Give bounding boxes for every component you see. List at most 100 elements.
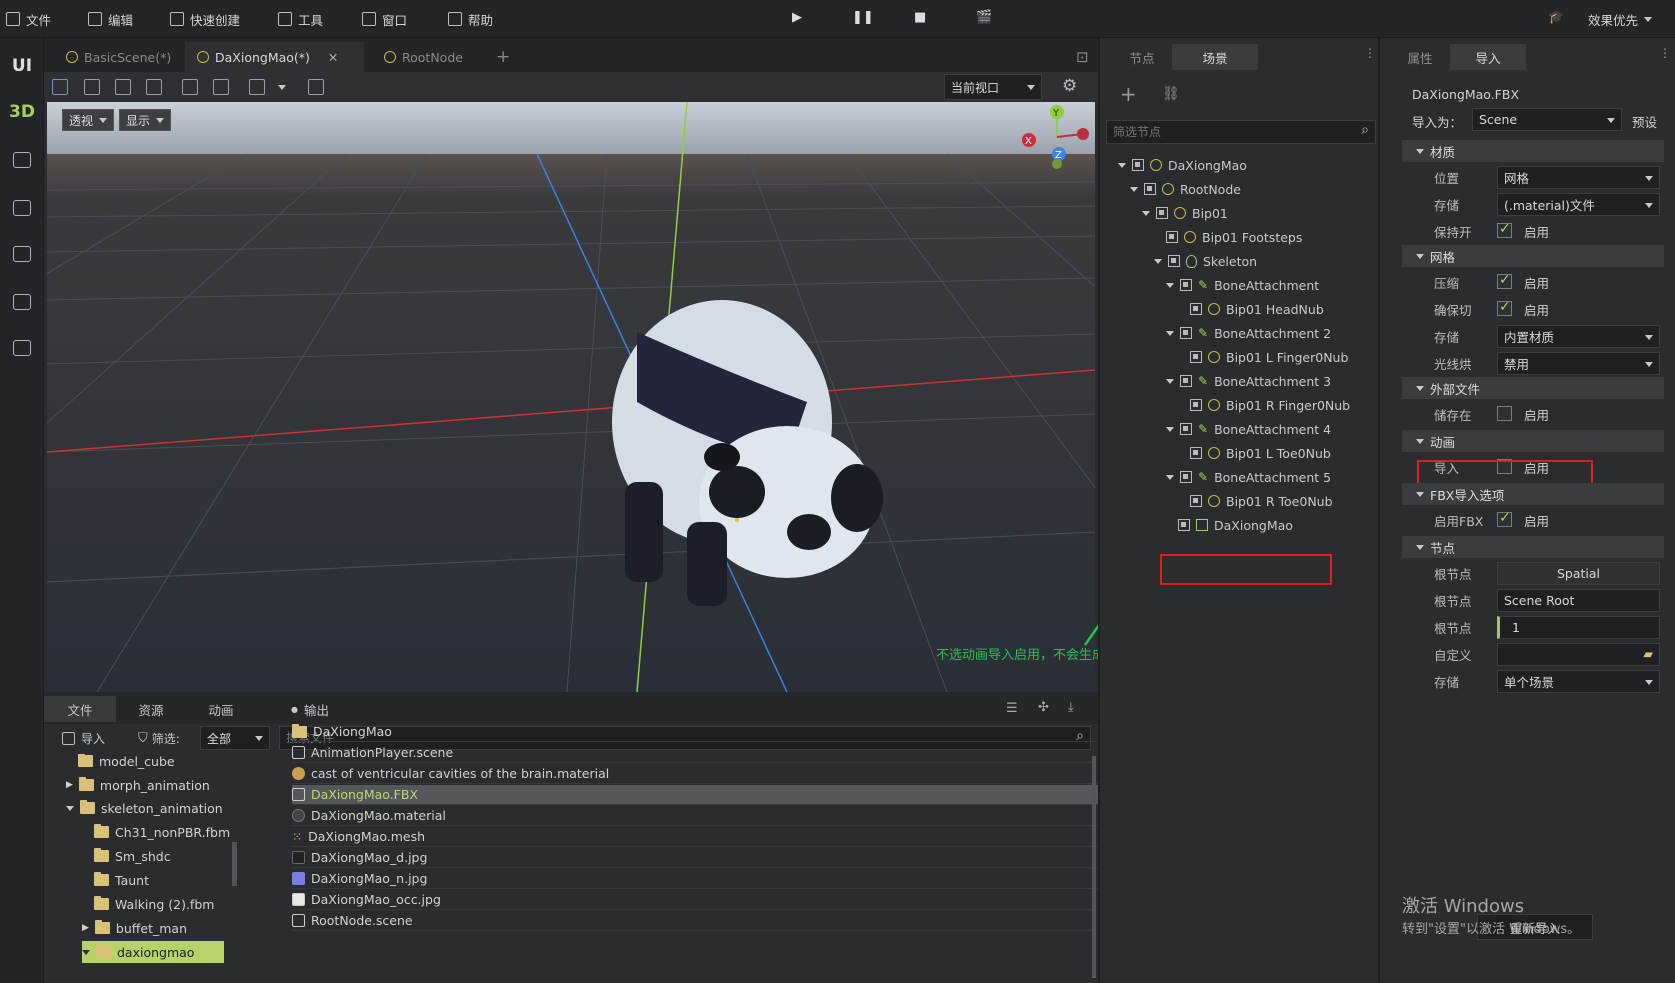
node-filter[interactable]: ⌕ — [1106, 120, 1376, 144]
visibility-checkbox[interactable] — [1180, 279, 1192, 291]
section-fbx[interactable]: FBX导入选项 — [1402, 483, 1664, 505]
visibility-checkbox[interactable] — [1132, 159, 1144, 171]
tree-node[interactable]: Bip01 — [1142, 202, 1228, 224]
tree-node[interactable]: Skeleton — [1154, 250, 1257, 272]
local-space-icon[interactable] — [182, 79, 198, 95]
tree-node[interactable]: Bip01 R Toe0Nub — [1190, 490, 1333, 512]
compress-checkbox[interactable] — [1497, 272, 1512, 289]
perspective-menu[interactable]: 透视 — [62, 109, 115, 131]
play-icon[interactable]: ▶ — [792, 10, 802, 25]
gear-icon[interactable]: ⚙ — [1062, 76, 1077, 96]
more-icon[interactable]: ⋮ — [1364, 46, 1376, 60]
folder-open-icon[interactable]: ▰ — [1643, 646, 1653, 661]
visibility-checkbox[interactable] — [1156, 207, 1168, 219]
link-icon[interactable]: ⛓ — [1162, 86, 1180, 102]
storage-select[interactable]: (.material)文件 — [1497, 193, 1660, 216]
file-row[interactable]: cast of ventricular cavities of the brai… — [292, 764, 1102, 784]
tree-node[interactable]: DaXiongMao — [1118, 154, 1247, 176]
tree-node[interactable]: ✎ BoneAttachment 3 — [1166, 370, 1331, 392]
tab-import[interactable]: 导入 — [1450, 44, 1526, 70]
chevron-down-icon[interactable] — [278, 85, 286, 90]
visibility-checkbox[interactable] — [1190, 351, 1202, 363]
tree-node[interactable]: RootNode — [1130, 178, 1241, 200]
tab-rootnode[interactable]: RootNode — [372, 42, 475, 72]
section-external[interactable]: 外部文件 — [1402, 377, 1664, 399]
focus-icon[interactable]: ⊡ — [1064, 42, 1101, 72]
visibility-checkbox[interactable] — [1190, 303, 1202, 315]
menu-window[interactable]: 窗口 — [362, 9, 407, 29]
select-tool-icon[interactable] — [52, 79, 68, 95]
lightmap-select[interactable]: 禁用 — [1497, 352, 1660, 375]
close-icon[interactable]: ✕ — [328, 50, 338, 65]
device-button[interactable] — [0, 340, 44, 359]
add-tab-button[interactable]: + — [484, 42, 522, 72]
root-name-input[interactable]: Scene Root — [1497, 589, 1660, 612]
visibility-checkbox[interactable] — [1180, 327, 1192, 339]
ensure-tangent-checkbox[interactable] — [1497, 299, 1512, 316]
tree-node[interactable]: Bip01 L Toe0Nub — [1190, 442, 1331, 464]
node-storage-select[interactable]: 单个场景 — [1497, 670, 1660, 693]
node-filter-input[interactable] — [1107, 121, 1347, 143]
file-list-scrollbar[interactable] — [1092, 756, 1096, 978]
visibility-checkbox[interactable] — [1180, 471, 1192, 483]
tree-node[interactable]: ✎ BoneAttachment 2 — [1166, 322, 1331, 344]
tree-node[interactable]: Bip01 Footsteps — [1166, 226, 1302, 248]
visibility-checkbox[interactable] — [1166, 231, 1178, 243]
tree-node[interactable]: Bip01 L Finger0Nub — [1190, 346, 1348, 368]
export-button[interactable] — [0, 294, 44, 313]
file-row-selected[interactable]: DaXiongMao.FBX — [292, 785, 1102, 805]
tree-node[interactable]: Bip01 HeadNub — [1190, 298, 1324, 320]
scale-tool-icon[interactable] — [146, 79, 162, 95]
visibility-checkbox[interactable] — [1144, 183, 1156, 195]
3d-viewport[interactable]: Y X Z 透视 显示 — [47, 102, 1095, 692]
visibility-checkbox[interactable] — [1190, 399, 1202, 411]
visibility-checkbox[interactable] — [1168, 255, 1180, 267]
visibility-checkbox[interactable] — [1190, 495, 1202, 507]
more-icon[interactable]: ⋮ — [1659, 46, 1671, 60]
tree-node[interactable]: ✎ BoneAttachment — [1166, 274, 1319, 296]
tab-node[interactable]: 节点 — [1114, 44, 1170, 70]
visibility-checkbox[interactable] — [1180, 375, 1192, 387]
tab-properties[interactable]: 属性 — [1392, 44, 1448, 70]
graduation-cap-icon[interactable]: 🎓 — [1548, 10, 1564, 25]
keep-open-checkbox[interactable] — [1497, 221, 1512, 238]
menu-file[interactable]: 文件 — [6, 9, 51, 29]
mesh-storage-select[interactable]: 内置材质 — [1497, 325, 1660, 348]
tree-node[interactable]: Bip01 R Finger0Nub — [1190, 394, 1350, 416]
tab-basicscene[interactable]: BasicScene(*) — [54, 42, 183, 72]
curve-tool-button[interactable] — [0, 152, 44, 171]
file-row[interactable]: DaXiongMao.material — [292, 806, 1102, 826]
menu-help[interactable]: 帮助 — [448, 9, 493, 29]
move-tool-icon[interactable] — [84, 79, 100, 95]
file-row[interactable]: DaXiongMao_occ.jpg — [292, 890, 1102, 910]
view-mode-select[interactable]: 当前视口 — [944, 74, 1042, 100]
grid-options-icon[interactable] — [249, 79, 265, 95]
file-row[interactable]: DaXiongMao — [292, 722, 1102, 742]
tree-node[interactable]: DaXiongMao — [1178, 514, 1293, 536]
camera-icon[interactable] — [308, 79, 324, 95]
snap-icon[interactable] — [213, 79, 229, 95]
movie-icon[interactable]: 🎬 — [976, 10, 992, 25]
preset-button[interactable]: 预设 — [1632, 112, 1657, 131]
file-row[interactable]: DaXiongMao_n.jpg — [292, 869, 1102, 889]
visibility-checkbox[interactable] — [1180, 423, 1192, 435]
import-as-select[interactable]: Scene — [1472, 108, 1622, 131]
menu-edit[interactable]: 编辑 — [88, 9, 133, 29]
enable-fbx-checkbox[interactable] — [1497, 510, 1512, 527]
display-menu[interactable]: 显示 — [119, 109, 172, 131]
tab-scene[interactable]: 场景 — [1172, 44, 1258, 70]
menu-quick-create[interactable]: 快速创建 — [170, 9, 240, 29]
pause-icon[interactable]: ❚❚ — [852, 10, 874, 25]
rotate-tool-icon[interactable] — [115, 79, 131, 95]
section-nodes[interactable]: 节点 — [1402, 536, 1664, 558]
visibility-checkbox[interactable] — [1190, 447, 1202, 459]
stop-icon[interactable]: ■ — [914, 10, 926, 25]
settings-panel-button[interactable] — [0, 246, 44, 265]
root-scale-input[interactable]: 1 — [1497, 616, 1660, 639]
store-button[interactable] — [0, 200, 44, 219]
section-material[interactable]: 材质 — [1402, 140, 1664, 162]
tree-node[interactable]: ✎ BoneAttachment 5 — [1166, 466, 1331, 488]
visibility-checkbox[interactable] — [1178, 519, 1190, 531]
file-row[interactable]: DaXiongMao_d.jpg — [292, 848, 1102, 868]
3d-mode-button[interactable]: 3D — [0, 102, 44, 122]
